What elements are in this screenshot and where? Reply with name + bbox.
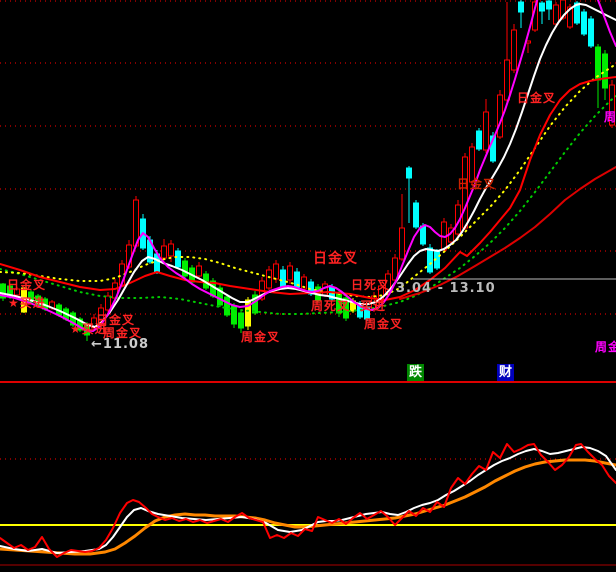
candlestick-chart[interactable] (0, 0, 616, 572)
wealth-marker[interactable]: 财 (497, 364, 514, 381)
stock-chart-app: 日金叉★买进★买进日金叉周金叉←11.08周金叉日金叉周死叉日死叉买进周金叉3.… (0, 0, 616, 572)
fall-marker[interactable]: 跌 (407, 364, 424, 381)
